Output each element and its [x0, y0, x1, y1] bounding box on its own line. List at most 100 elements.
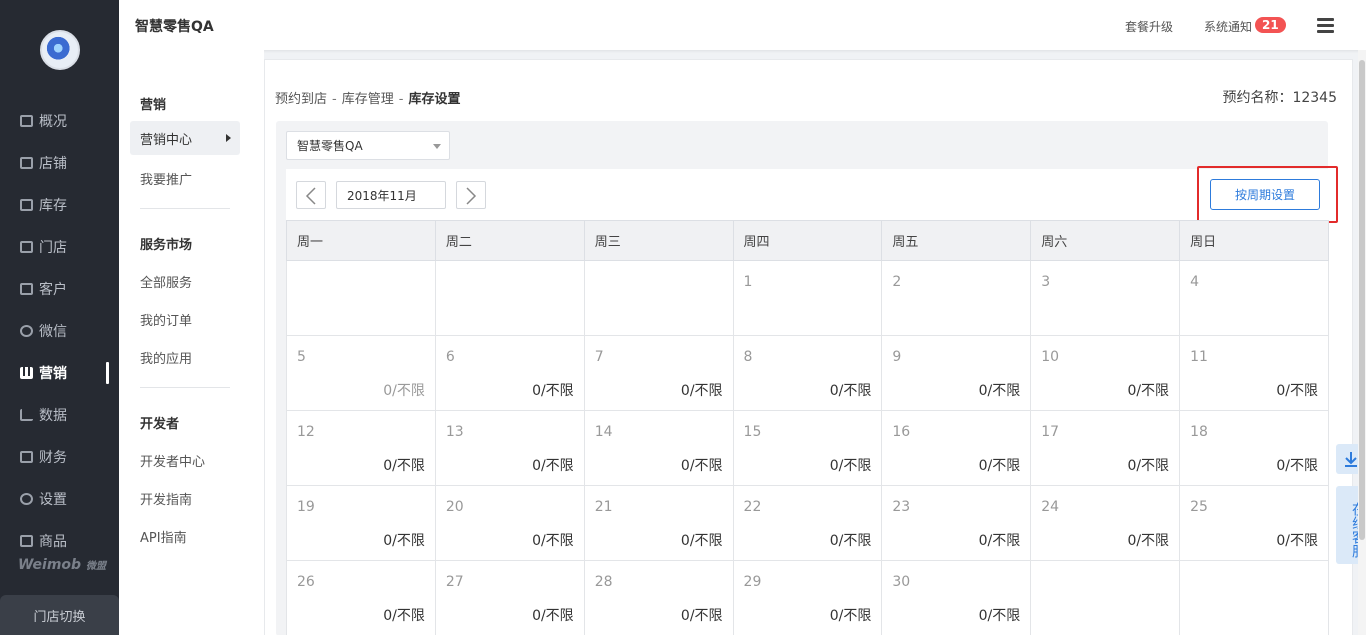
month-display[interactable]: 2018年11月 [336, 181, 446, 209]
stock-value: 0/不限 [532, 458, 574, 474]
day-number: 19 [297, 499, 315, 515]
nav-label: 客户 [39, 282, 67, 298]
calendar-day-cell[interactable]: 5 0/不限 [286, 335, 436, 411]
subnav-item-api-guide[interactable]: API指南 [140, 527, 187, 546]
stock-value: 0/不限 [680, 533, 723, 549]
nav-item-marketing[interactable]: 营销 [0, 361, 119, 385]
calendar-day-cell[interactable]: 18 0/不限 [1179, 410, 1329, 486]
calendar-day-cell[interactable]: 28 0/不限 [583, 560, 734, 635]
nav-item-inventory[interactable]: 库存 [0, 193, 119, 217]
nav-item-goods[interactable]: 商品 [0, 529, 119, 553]
calendar-day-cell[interactable]: 29 0/不限 [732, 560, 883, 635]
nav-item-store[interactable]: 门店 [0, 235, 119, 259]
calendar: 2018年11月 按周期设置 周一 周二 周三 周四 周五 周六 周日 1 2 … [286, 166, 1338, 635]
calendar-day-cell[interactable]: 30 0/不限 [881, 560, 1032, 635]
calendar-day-cell[interactable]: 3 [1030, 260, 1181, 336]
subnav-section-marketing: 营销 [140, 98, 167, 113]
calendar-day-cell[interactable]: 8 0/不限 [732, 335, 883, 411]
calendar-day-cell[interactable]: 25 0/不限 [1179, 485, 1329, 561]
calendar-day-cell[interactable]: 10 0/不限 [1030, 335, 1181, 411]
day-number: 21 [594, 499, 613, 515]
chevron-down-icon [433, 144, 441, 149]
calendar-day-cell[interactable]: 26 0/不限 [286, 560, 436, 635]
calendar-day-cell[interactable]: 17 0/不限 [1030, 410, 1181, 486]
breadcrumb-item[interactable]: 预约到店 [275, 92, 327, 107]
calendar-day-cell[interactable]: 19 0/不限 [286, 485, 436, 561]
day-number: 3 [1041, 274, 1051, 290]
subnav-item-promote[interactable]: 我要推广 [140, 169, 192, 188]
nav-item-wechat[interactable]: 微信 [0, 319, 119, 343]
wechat-icon [20, 325, 33, 337]
nav-label: 店铺 [39, 156, 67, 172]
store-avatar[interactable] [40, 30, 80, 70]
calendar-day-cell[interactable]: 1 [732, 260, 883, 336]
calendar-day-cell[interactable]: 20 0/不限 [434, 485, 585, 561]
prev-month-button[interactable] [296, 181, 326, 209]
subnav-item-all-services[interactable]: 全部服务 [140, 272, 192, 291]
calendar-day-cell[interactable]: 14 0/不限 [583, 410, 734, 486]
store-select[interactable]: 智慧零售QA [286, 131, 450, 160]
breadcrumb-item[interactable]: 库存管理 [342, 92, 394, 107]
day-number: 5 [297, 349, 306, 365]
calendar-day-cell[interactable]: 24 0/不限 [1030, 485, 1181, 561]
day-number: 8 [743, 349, 753, 365]
stock-value: 0/不限 [680, 383, 723, 399]
subnav-item-my-orders[interactable]: 我的订单 [140, 310, 192, 329]
subnav-item-marketing-center[interactable]: 营销中心 [130, 121, 240, 155]
next-month-button[interactable] [456, 181, 486, 209]
calendar-day-cell[interactable]: 2 [881, 260, 1032, 336]
caret-right-icon [226, 134, 231, 142]
stock-value: 0/不限 [383, 458, 425, 474]
nav-item-customer[interactable]: 客户 [0, 277, 119, 301]
weekday-header: 周六 [1030, 220, 1181, 261]
calendar-empty-cell [1179, 560, 1329, 635]
nav-label: 财务 [39, 450, 67, 466]
stock-value: 0/不限 [383, 533, 425, 549]
notifications-link[interactable]: 系统通知 [1204, 18, 1252, 35]
calendar-day-cell[interactable]: 16 0/不限 [881, 410, 1032, 486]
calendar-day-cell[interactable]: 21 0/不限 [583, 485, 734, 561]
day-number: 2 [892, 274, 902, 290]
day-number: 29 [743, 574, 762, 590]
day-number: 7 [594, 349, 604, 365]
stock-value: 0/不限 [532, 608, 574, 624]
nav-item-settings[interactable]: 设置 [0, 487, 119, 511]
day-number: 6 [445, 349, 455, 365]
upgrade-link[interactable]: 套餐升级 [1125, 18, 1173, 35]
subnav-item-my-apps[interactable]: 我的应用 [140, 348, 192, 367]
menu-icon[interactable] [1317, 18, 1334, 33]
stock-value: 0/不限 [978, 383, 1021, 399]
subnav-item-dev-center[interactable]: 开发者中心 [140, 451, 205, 470]
calendar-day-cell[interactable]: 7 0/不限 [583, 335, 734, 411]
calendar-day-cell[interactable]: 13 0/不限 [434, 410, 585, 486]
nav-item-data[interactable]: 数据 [0, 403, 119, 427]
calendar-day-cell[interactable]: 11 0/不限 [1179, 335, 1329, 411]
calendar-day-cell[interactable]: 22 0/不限 [732, 485, 883, 561]
subnav-item-dev-guide[interactable]: 开发指南 [140, 489, 192, 508]
store-icon [20, 241, 33, 253]
day-number: 16 [892, 424, 911, 440]
calendar-week-row: 19 0/不限 20 0/不限 21 0/不限 22 0/不限 23 0/不限 24 0/不限 25 0/… [286, 485, 1329, 561]
overview-icon [20, 115, 33, 127]
nav-item-finance[interactable]: 财务 [0, 445, 119, 469]
top-header: 智慧零售QA 套餐升级 系统通知 21 [119, 0, 1366, 50]
calendar-day-cell[interactable]: 4 [1179, 260, 1329, 336]
page-scrollbar[interactable] [1358, 50, 1366, 635]
calendar-day-cell[interactable]: 12 0/不限 [286, 410, 436, 486]
store-switch-button[interactable]: 门店切换 [0, 595, 119, 635]
calendar-day-cell[interactable]: 23 0/不限 [881, 485, 1032, 561]
day-number: 12 [297, 424, 315, 440]
calendar-week-row: 12 0/不限 13 0/不限 14 0/不限 15 0/不限 16 0/不限 17 0/不限 18 0/… [286, 410, 1329, 486]
nav-item-shop[interactable]: 店铺 [0, 151, 119, 175]
stock-value: 0/不限 [978, 533, 1021, 549]
stock-value: 0/不限 [1276, 533, 1318, 549]
calendar-empty-cell [434, 260, 585, 336]
calendar-day-cell[interactable]: 27 0/不限 [434, 560, 585, 635]
calendar-day-cell[interactable]: 15 0/不限 [732, 410, 883, 486]
period-setting-button[interactable]: 按周期设置 [1210, 179, 1320, 210]
calendar-day-cell[interactable]: 9 0/不限 [881, 335, 1032, 411]
calendar-day-cell[interactable]: 6 0/不限 [434, 335, 585, 411]
finance-icon [20, 451, 33, 463]
nav-item-overview[interactable]: 概况 [0, 109, 119, 133]
inventory-icon [20, 199, 33, 211]
